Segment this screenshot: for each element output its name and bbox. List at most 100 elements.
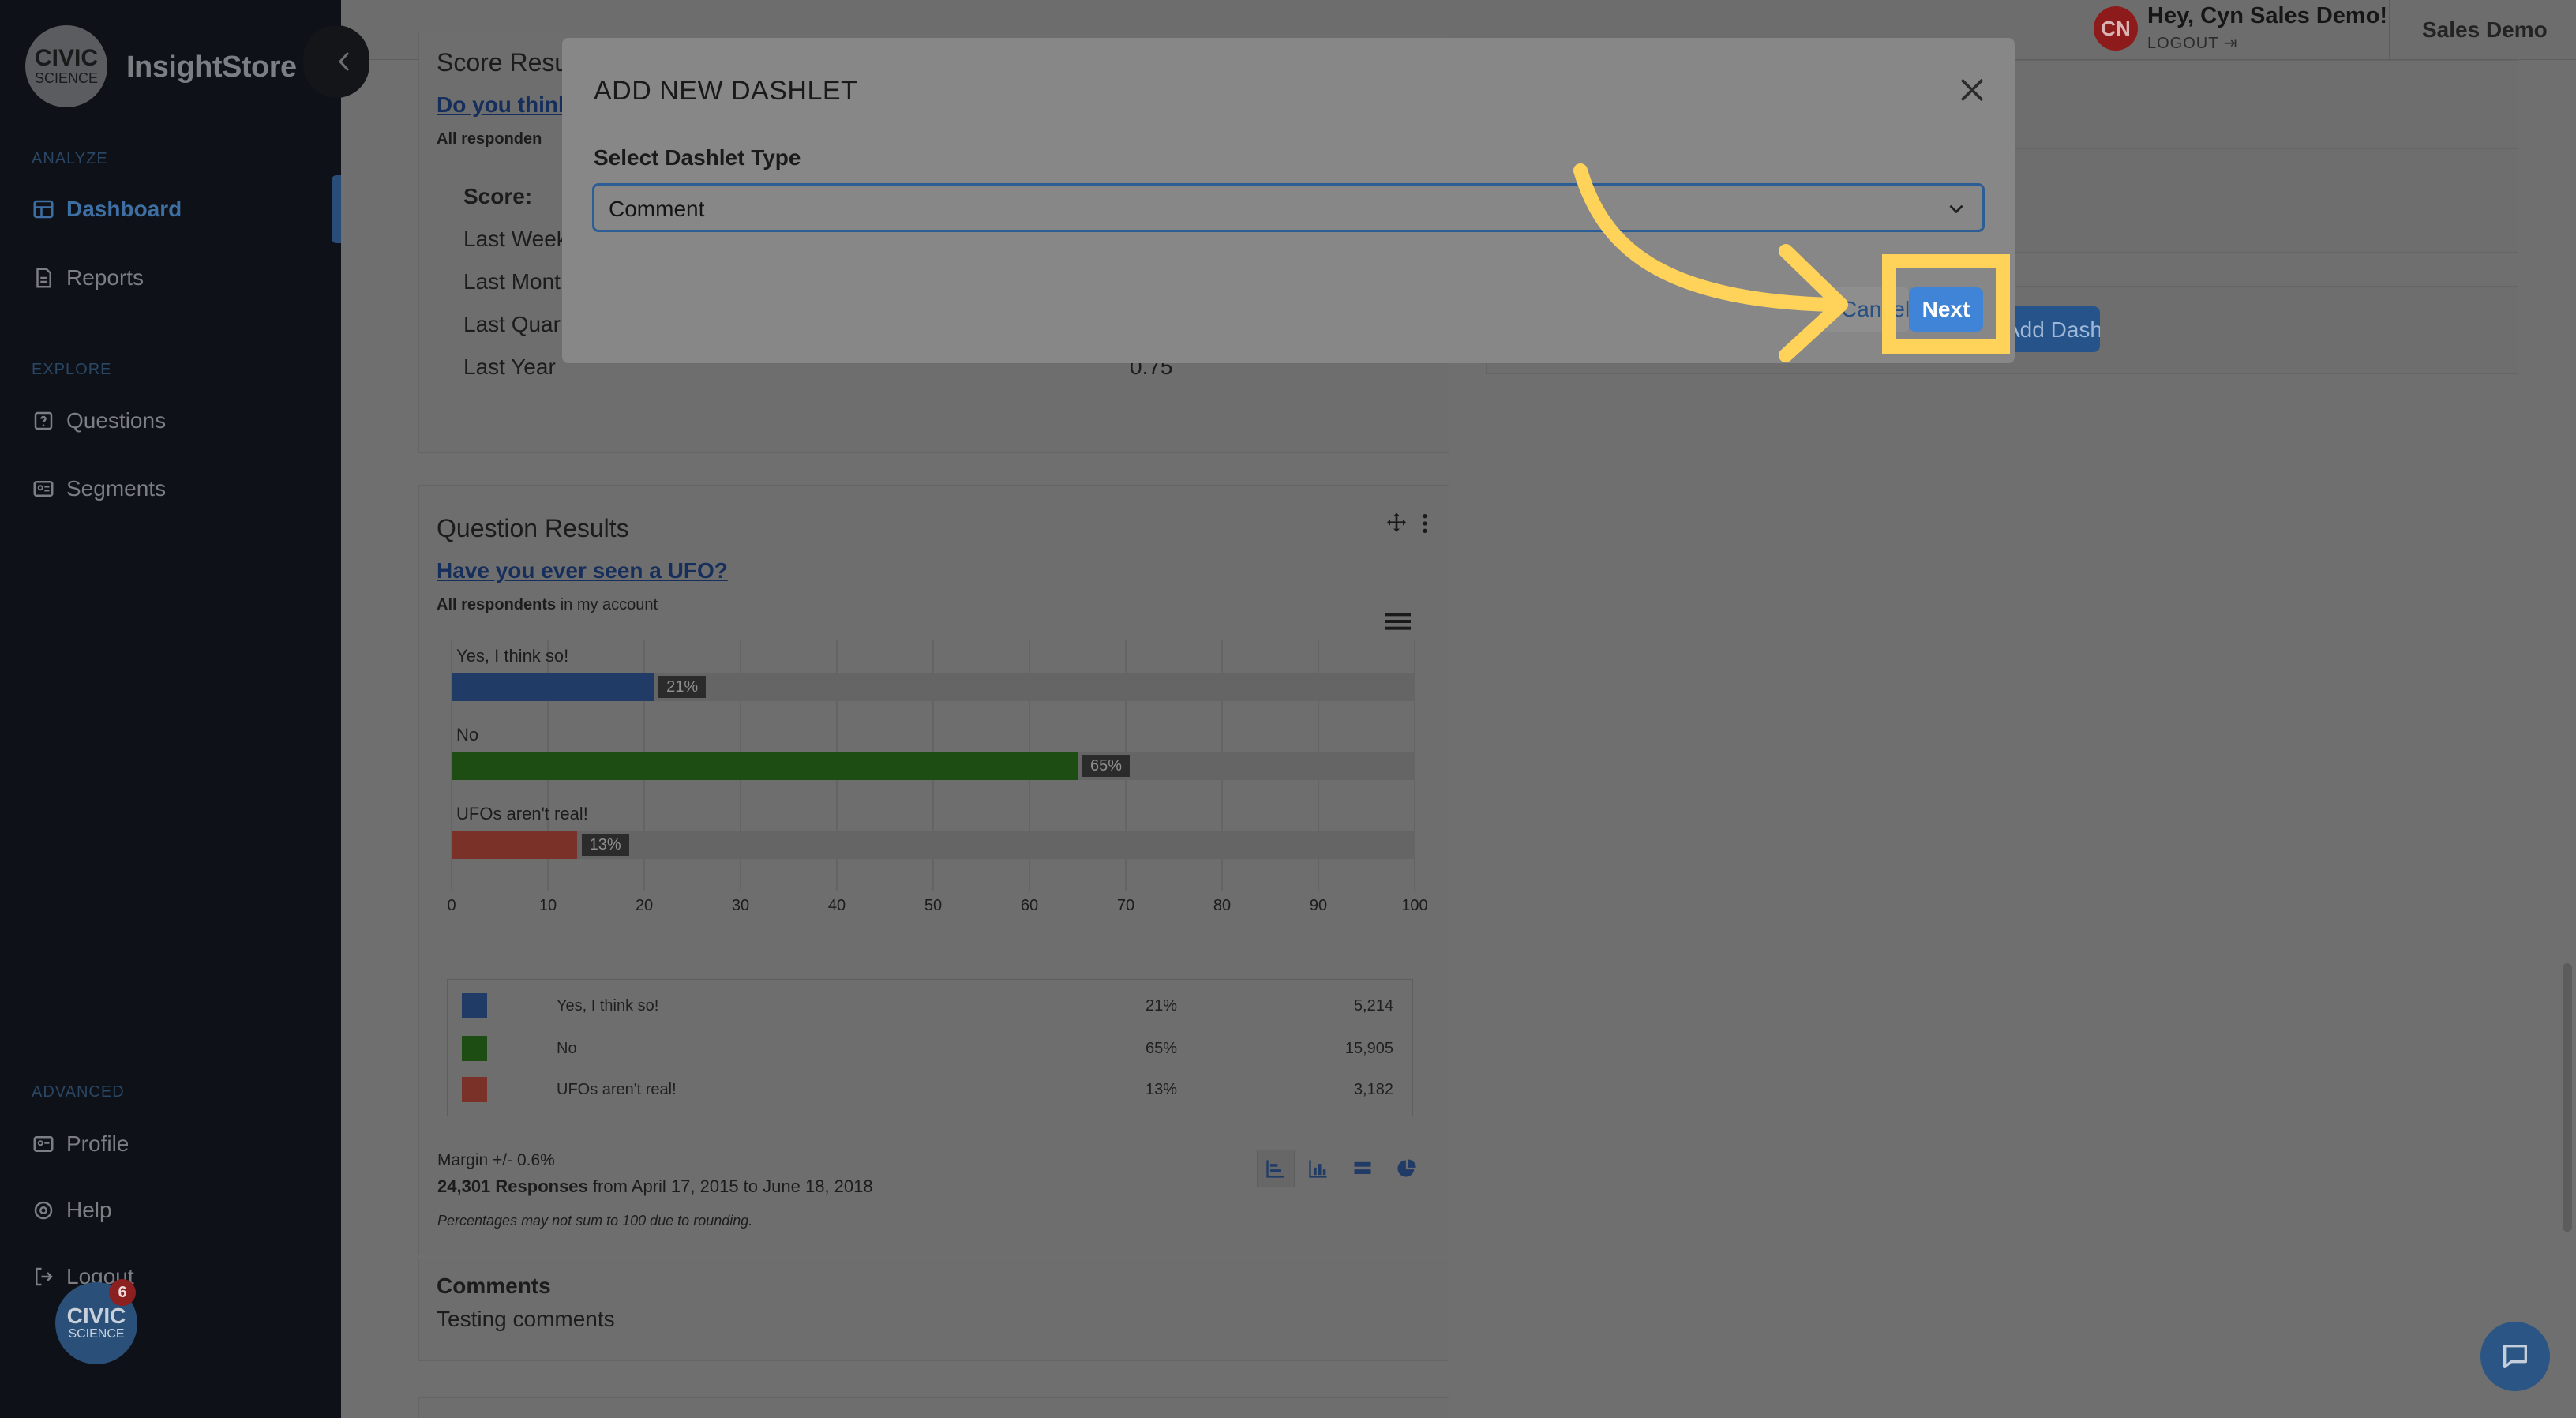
close-icon[interactable] xyxy=(1955,73,1989,107)
pie-chart-icon xyxy=(1397,1159,1416,1177)
chevron-left-icon xyxy=(338,51,350,72)
respondents-line: All respondents in my account xyxy=(437,596,658,614)
x-tick-label: 0 xyxy=(447,897,456,914)
dashboard-icon xyxy=(33,200,54,219)
card-title: Question Results xyxy=(437,514,629,542)
sidebar-item-reports[interactable]: Reports xyxy=(32,258,332,298)
hamburger-menu-icon[interactable] xyxy=(1385,610,1411,632)
civic-science-logo[interactable]: CIVIC SCIENCE xyxy=(25,25,107,107)
highlight-box xyxy=(1882,254,2010,354)
x-tick-label: 10 xyxy=(538,897,557,914)
sidebar-item-questions[interactable]: Questions xyxy=(32,401,332,441)
logo-line1: CIVIC xyxy=(34,45,98,71)
sidebar-item-label: Segments xyxy=(66,476,167,501)
sidebar-item-segments[interactable]: Segments xyxy=(32,469,332,508)
sidebar-item-profile[interactable]: Profile xyxy=(32,1124,332,1164)
legend-row: No 65% 15,905 xyxy=(448,1027,1412,1070)
question-link[interactable]: Have you ever seen a UFO? xyxy=(437,558,728,583)
lifebuoy-icon xyxy=(34,1201,53,1220)
logout-label: LOGOUT xyxy=(2147,35,2219,52)
sidebar-item-label: Dashboard xyxy=(66,197,182,221)
row-last-month: Last Mont xyxy=(463,269,561,294)
notification-count: 6 xyxy=(109,1279,136,1306)
more-vertical-icon[interactable] xyxy=(1415,511,1434,536)
respondents-rest: in my account xyxy=(560,596,658,613)
logout-arrow-icon: ⇥ xyxy=(2223,35,2238,52)
question-link[interactable]: Do you think xyxy=(437,92,571,118)
bar[interactable] xyxy=(452,831,577,859)
comments-title: Comments xyxy=(437,1274,551,1298)
topbar-divider xyxy=(2389,0,2390,60)
user-greeting: Hey, Cyn Sales Demo! xyxy=(2147,3,2388,28)
margin-of-error: Margin +/- 0.6% xyxy=(437,1151,555,1169)
x-tick-label: 30 xyxy=(731,897,750,914)
x-tick-label: 40 xyxy=(827,897,846,914)
chat-button[interactable] xyxy=(2480,1322,2550,1391)
column-chart-view-button[interactable] xyxy=(1299,1150,1337,1187)
legend-count: 15,905 xyxy=(1344,1039,1393,1057)
selected-value: Comment xyxy=(609,197,705,221)
legend-swatch xyxy=(462,1077,487,1102)
bar-chart-view-button[interactable] xyxy=(1257,1150,1295,1187)
active-indicator xyxy=(332,175,341,243)
legend-swatch xyxy=(462,993,487,1018)
legend-percent: 65% xyxy=(1146,1039,1178,1057)
row-last-year: Last Year xyxy=(463,354,556,379)
chevron-down-icon xyxy=(1949,204,1963,214)
stacked-view-button[interactable] xyxy=(1344,1150,1382,1187)
row-last-quarter: Last Quar xyxy=(463,312,561,336)
section-advanced: ADVANCED xyxy=(32,1083,125,1101)
stacked-bar-icon xyxy=(1354,1161,1371,1174)
legend-table: Yes, I think so! 21% 5,214 No 65% 15,905… xyxy=(447,979,1413,1116)
score-label: Score: xyxy=(463,184,533,208)
legend-label: No xyxy=(557,1039,577,1057)
x-tick-label: 70 xyxy=(1116,897,1135,914)
user-avatar[interactable]: CN xyxy=(2094,6,2138,51)
sidebar-item-label: Profile xyxy=(66,1131,129,1156)
x-tick-label: 90 xyxy=(1309,897,1328,914)
page-scrollbar[interactable] xyxy=(2563,963,2572,1232)
responses-line: 24,301 Responses from April 17, 2015 to … xyxy=(437,1176,873,1197)
question-icon xyxy=(34,411,53,430)
legend-count: 5,214 xyxy=(1353,996,1393,1015)
card-title: Score Resu xyxy=(437,48,569,77)
bar-value-label: 13% xyxy=(581,834,629,856)
pie-view-button[interactable] xyxy=(1388,1150,1426,1187)
collapse-sidebar-button[interactable] xyxy=(303,25,369,98)
responses-rest: from April 17, 2015 to June 18, 2018 xyxy=(592,1176,873,1196)
legend-label: UFOs aren't real! xyxy=(557,1080,677,1098)
bar[interactable] xyxy=(452,752,1078,780)
segments-icon xyxy=(33,481,54,497)
logout-link[interactable]: LOGOUT ⇥ xyxy=(2147,33,2237,53)
legend-row: Yes, I think so! 21% 5,214 xyxy=(448,985,1412,1027)
sidebar-item-help[interactable]: Help xyxy=(32,1191,332,1230)
section-analyze: ANALYZE xyxy=(32,150,108,167)
modal-title: ADD NEW DASHLET xyxy=(594,76,858,106)
sidebar-item-label: Reports xyxy=(66,265,144,290)
respondents-label: All responden xyxy=(437,130,542,148)
bar-category-label: No xyxy=(456,725,479,745)
badge-line1: CIVIC xyxy=(66,1304,126,1328)
badge-line2: SCIENCE xyxy=(68,1327,125,1341)
bar[interactable] xyxy=(452,673,654,701)
responses-bold: 24,301 Responses xyxy=(437,1176,588,1196)
bar-category-label: UFOs aren't real! xyxy=(456,804,588,823)
x-tick-label: 20 xyxy=(635,897,654,914)
legend-count: 3,182 xyxy=(1353,1080,1393,1098)
legend-label: Yes, I think so! xyxy=(557,996,659,1015)
section-explore: EXPLORE xyxy=(32,361,112,378)
legend-row: UFOs aren't real! 13% 3,182 xyxy=(448,1068,1412,1111)
x-tick-label: 60 xyxy=(1020,897,1039,914)
legend-percent: 21% xyxy=(1146,996,1178,1015)
row-last-week: Last Week xyxy=(463,227,568,251)
account-name[interactable]: Sales Demo xyxy=(2422,17,2548,43)
respondents-bold: All respondents xyxy=(437,596,557,613)
sidebar-item-label: Questions xyxy=(66,408,167,433)
sidebar-item-dashboard[interactable]: Dashboard xyxy=(32,189,332,229)
next-card xyxy=(418,1397,1449,1418)
chat-icon xyxy=(2503,1345,2527,1368)
comments-text: Testing comments xyxy=(437,1307,615,1331)
move-icon[interactable] xyxy=(1384,511,1409,536)
document-icon xyxy=(36,268,51,288)
bar-category-label: Yes, I think so! xyxy=(456,646,569,666)
